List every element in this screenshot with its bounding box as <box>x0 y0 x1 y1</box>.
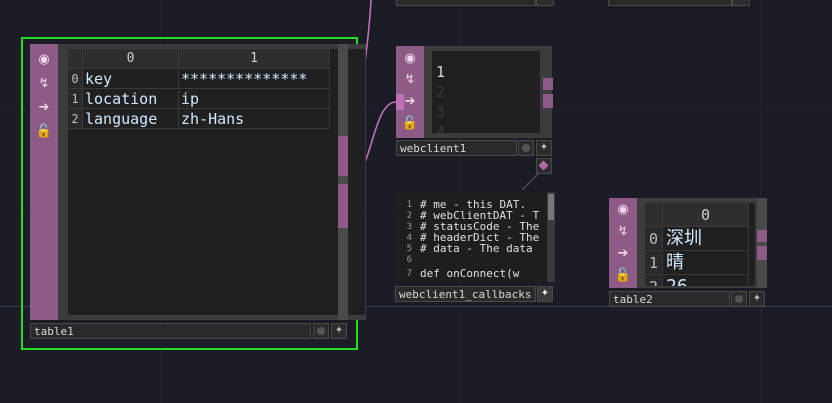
line-number: 1 <box>406 200 412 210</box>
plus-icon[interactable]: ✦ <box>536 140 552 156</box>
text-line: 2 <box>436 83 446 101</box>
plus-icon[interactable]: ✦ <box>537 286 553 302</box>
column-header[interactable]: 1 <box>179 49 330 69</box>
callbacks-scrollbar[interactable] <box>547 192 555 282</box>
plus-icon[interactable]: ✦ <box>331 323 347 339</box>
row-index: 1 <box>645 251 663 275</box>
node-name-label[interactable]: table1 <box>30 323 311 339</box>
row-index: 1 <box>68 89 83 109</box>
table-cell[interactable]: location <box>83 89 179 109</box>
table1-sidebar: ◉ ↯ ➔ 🔓 <box>30 44 58 320</box>
plus-icon[interactable]: ✦ <box>749 291 765 307</box>
code-line: # data - The data <box>420 242 533 255</box>
diamond-icon <box>538 160 549 171</box>
table2-viewer[interactable]: 0 0 深圳 1 晴 2 26 <box>645 203 755 286</box>
output-connector[interactable] <box>543 94 553 108</box>
line-number: 7 <box>406 269 412 279</box>
line-number: 6 <box>406 255 412 265</box>
scrollbar-thumb[interactable] <box>548 194 554 220</box>
bypass-icon[interactable]: ↯ <box>613 222 633 242</box>
output-connector[interactable] <box>543 78 553 90</box>
table-cell[interactable]: 26 <box>663 275 749 286</box>
table-cell[interactable]: language <box>83 109 179 129</box>
output-connector[interactable] <box>757 246 767 260</box>
table-cell[interactable]: key <box>83 69 179 89</box>
viewer-toggle-button[interactable] <box>731 291 747 307</box>
webclient1-viewer[interactable]: 1 2 3 4 <box>432 51 540 133</box>
text-line: 1 <box>436 63 446 81</box>
line-number: 2 <box>406 211 412 221</box>
line-number: 4 <box>406 233 412 243</box>
table1-right-edge <box>338 44 348 320</box>
corner-cell <box>68 49 83 69</box>
table2-right-edge <box>757 198 767 288</box>
viewer-toggle-button[interactable] <box>518 140 534 156</box>
line-number: 3 <box>406 222 412 232</box>
row-index: 2 <box>68 109 83 129</box>
bypass-icon[interactable]: ↯ <box>400 70 420 90</box>
callbacks-connector[interactable] <box>536 158 552 174</box>
webclient1-sidebar: ◉ ↯ ➔ 🔓 <box>396 46 424 138</box>
table1-viewer[interactable]: 0 1 0 key ************** 1 location ip 2… <box>68 49 365 315</box>
callbacks-viewer[interactable]: 1 # me - this DAT. 2 # webClientDAT - T … <box>395 192 547 282</box>
viewer-icon[interactable]: ◉ <box>400 49 420 69</box>
input-connector[interactable] <box>396 94 404 110</box>
lock-icon[interactable]: 🔓 <box>34 122 54 142</box>
viewer-icon[interactable]: ◉ <box>34 50 54 70</box>
code-line: def onConnect(w <box>420 267 520 280</box>
node-name-label[interactable]: webclient1 <box>396 140 517 156</box>
output-connector[interactable] <box>338 136 348 176</box>
bypass-icon[interactable]: ↯ <box>34 74 54 94</box>
text-line: 3 <box>436 103 446 121</box>
corner-cell <box>645 203 663 227</box>
node-name-label[interactable]: webclient1_callbacks <box>395 286 536 302</box>
table-cell[interactable]: 深圳 <box>663 227 749 251</box>
node-name-label[interactable]: table2 <box>609 291 730 307</box>
table-cell[interactable]: 晴 <box>663 251 749 275</box>
table2-sidebar: ◉ ↯ ➔ 🔓 <box>609 198 637 288</box>
table-cell[interactable]: zh-Hans <box>179 109 330 129</box>
row-index: 2 <box>645 275 663 286</box>
output-connector[interactable] <box>757 230 767 242</box>
text-line: 4 <box>436 123 446 133</box>
column-header[interactable]: 0 <box>663 203 749 227</box>
arrow-right-icon[interactable]: ➔ <box>613 244 633 264</box>
lock-icon[interactable]: 🔓 <box>400 114 420 134</box>
lock-icon[interactable]: 🔓 <box>613 266 633 286</box>
output-connector[interactable] <box>338 184 348 228</box>
table-cell[interactable]: ************** <box>179 69 330 89</box>
arrow-right-icon[interactable]: ➔ <box>34 98 54 118</box>
wire-callbacks <box>521 171 541 191</box>
viewer-icon[interactable]: ◉ <box>613 200 633 220</box>
column-header[interactable]: 0 <box>83 49 179 69</box>
row-index: 0 <box>645 227 663 251</box>
row-index: 0 <box>68 69 83 89</box>
line-number: 5 <box>406 244 412 254</box>
table-cell[interactable]: ip <box>179 89 330 109</box>
viewer-toggle-button[interactable] <box>313 323 329 339</box>
